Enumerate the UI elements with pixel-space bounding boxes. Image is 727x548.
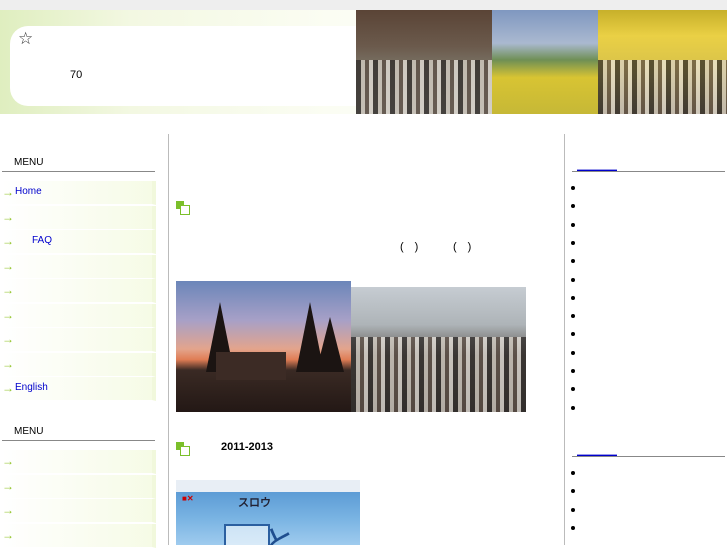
column-divider-right — [564, 134, 565, 545]
sidebar-nav-label: FAQ — [32, 235, 53, 246]
sidebar-nav-item[interactable]: → Home — [2, 181, 156, 205]
sidebar-nav-item[interactable]: → — [2, 352, 156, 377]
photo-group-motorcycles — [351, 287, 526, 412]
header-photo-field — [492, 10, 598, 114]
list-bullet-icon[interactable] — [571, 186, 575, 190]
arrow-right-icon: → — [2, 234, 14, 248]
list-bullet-icon[interactable] — [571, 332, 575, 337]
arrow-right-icon: → — [2, 478, 14, 493]
list-bullet-icon[interactable] — [571, 222, 575, 227]
sidebar-nav-item[interactable]: → English — [2, 377, 156, 401]
book-top-band — [176, 480, 360, 492]
arrow-right-icon: → — [2, 258, 14, 273]
list-bullet-icon[interactable] — [571, 507, 575, 512]
star-icon: ☆ — [18, 29, 34, 48]
green-square-bullet-icon — [176, 442, 190, 456]
sidebar-nav-item[interactable]: → FAQ — [2, 230, 156, 254]
list-bullet-icon[interactable] — [571, 405, 575, 410]
menu-rule-2 — [2, 440, 155, 441]
column-divider-left — [168, 134, 169, 545]
arrow-right-icon: → — [2, 381, 14, 395]
sidebar-nav-item[interactable]: → — [2, 205, 156, 230]
book-cover-image[interactable]: ■✕ スロウ と — [176, 480, 360, 545]
header-photo-group-yellow-house — [598, 10, 727, 114]
list-bullet-icon[interactable] — [571, 471, 575, 475]
arrow-right-icon: → — [2, 527, 14, 542]
list-bullet-icon[interactable] — [571, 277, 575, 282]
list-bullet-icon[interactable] — [571, 369, 575, 373]
header-title-card — [10, 26, 370, 106]
arrow-right-icon: → — [2, 185, 14, 199]
paren-text-1: ( ) — [400, 241, 419, 253]
paren-text-2: ( ) — [453, 241, 472, 253]
sidebar-nav-item[interactable]: → — [2, 474, 156, 499]
list-bullet-icon[interactable] — [571, 240, 575, 245]
sidebar-nav-item[interactable]: → — [2, 499, 156, 523]
list-bullet-icon[interactable] — [571, 259, 575, 264]
arrow-right-icon: → — [2, 503, 14, 517]
right-rule-2 — [572, 456, 725, 457]
menu-title-2: MENU — [14, 426, 44, 437]
book-brand: スロウ — [238, 497, 271, 509]
menu-title-1: MENU — [14, 157, 44, 168]
list-bullet-icon[interactable] — [571, 204, 575, 209]
sidebar-nav-item[interactable]: → — [2, 303, 156, 328]
section-title-years: 2011-2013 — [221, 441, 273, 453]
list-bullet-icon[interactable] — [571, 489, 575, 494]
arrow-right-icon: → — [2, 332, 14, 346]
right-section-2-link[interactable]: ＿＿＿＿ — [577, 442, 617, 457]
sidebar-nav-item[interactable]: → — [2, 328, 156, 352]
arrow-right-icon: → — [2, 283, 14, 297]
top-strip — [0, 0, 727, 10]
arrow-right-icon: → — [2, 454, 14, 468]
arrow-right-icon: → — [2, 307, 14, 322]
arrow-right-icon: → — [2, 209, 14, 224]
book-logo-icon: ■✕ — [182, 494, 194, 503]
list-bullet-icon[interactable] — [571, 387, 575, 392]
list-bullet-icon[interactable] — [571, 314, 575, 319]
menu-rule-1 — [2, 171, 155, 172]
sidebar-nav-item[interactable]: → — [2, 254, 156, 279]
list-bullet-icon[interactable] — [571, 525, 575, 530]
sidebar-nav-item[interactable]: → — [2, 523, 156, 548]
right-section-1-link[interactable]: ＿＿＿＿ — [577, 157, 617, 172]
green-square-bullet-icon — [176, 201, 190, 215]
list-bullet-icon[interactable] — [571, 295, 575, 300]
sidebar-nav-label: Home — [15, 186, 42, 197]
sidebar-nav-item[interactable]: → — [2, 279, 156, 303]
list-bullet-icon[interactable] — [571, 350, 575, 355]
header-number: 70 — [70, 69, 83, 81]
header-photo-group-cabin — [356, 10, 492, 114]
arrow-right-icon: → — [2, 356, 14, 371]
book-large-glyph: と — [262, 524, 296, 545]
right-rule-1 — [572, 171, 725, 172]
sidebar-nav-item[interactable]: → — [2, 450, 156, 474]
photo-sunset-barn — [176, 281, 351, 412]
sidebar-nav-label: English — [15, 382, 48, 393]
